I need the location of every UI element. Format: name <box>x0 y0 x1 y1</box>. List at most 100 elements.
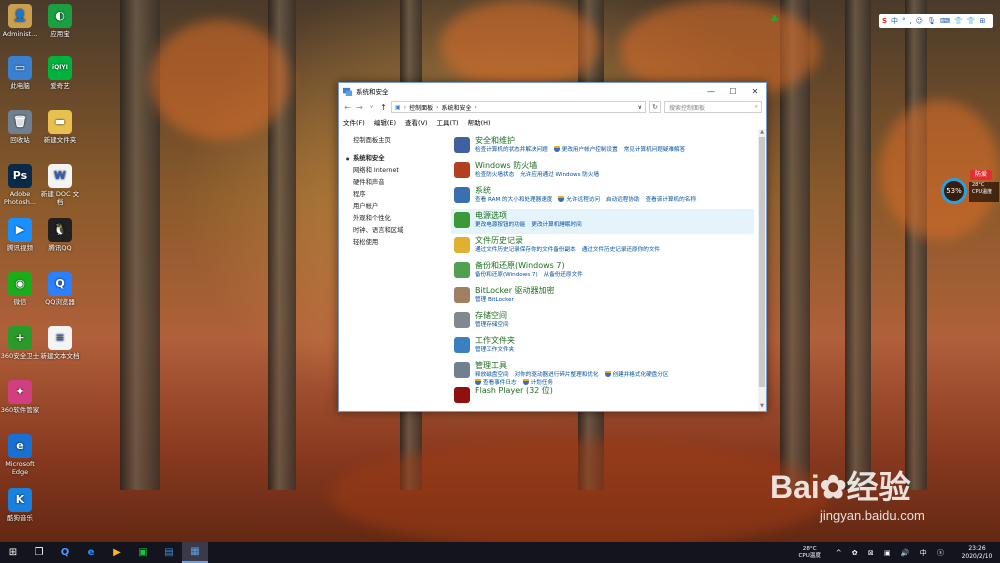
breadcrumb-system-security[interactable]: 系统和安全 <box>442 103 472 112</box>
category-link[interactable]: 管理 BitLocker <box>475 297 514 303</box>
desktop-icon[interactable]: 👤 Administ... <box>0 4 40 38</box>
ime-item[interactable]: 中 <box>891 16 898 26</box>
ime-item[interactable]: ⌨ <box>940 17 950 25</box>
category-link[interactable]: 备份和还原(Windows 7) <box>475 272 538 278</box>
menu-item[interactable]: 文件(F) <box>343 117 365 127</box>
desktop-icon[interactable]: +360安全卫士 <box>0 326 40 360</box>
refresh-icon[interactable]: ↻ <box>649 101 661 113</box>
tray-cpu-temp[interactable]: 28°C CPU温度 <box>790 546 830 560</box>
desktop-icon[interactable]: ✦ 360软件管家 <box>0 380 40 414</box>
category-link[interactable]: 创建并格式化硬盘分区 <box>604 371 668 378</box>
category-link[interactable]: 更改用户帐户控制设置 <box>553 146 618 153</box>
ime-toolbar[interactable]: S 中 °, ☺ 🎙 ⌨ 👕 👕 ⊞ <box>879 14 993 28</box>
ime-item[interactable]: ° <box>902 17 906 25</box>
desktop-icon[interactable]: Q QQ浏览器 <box>40 272 80 306</box>
taskbar-edge-icon[interactable]: e <box>78 542 104 563</box>
breadcrumb-control-panel[interactable]: 控制面板 <box>409 103 433 112</box>
desktop-icon[interactable]: 🗑 回收站 <box>0 110 40 144</box>
ime-item[interactable]: 👕 <box>967 17 976 25</box>
clock[interactable]: 23:26 2020/2/10 <box>954 545 1000 561</box>
category-link[interactable]: 检查计算机的状态并解决问题 <box>475 147 548 153</box>
desktop-icon[interactable]: ◐ 应用宝 <box>40 4 80 38</box>
ime-item[interactable]: , <box>910 17 912 25</box>
menu-item[interactable]: 帮助(H) <box>468 117 491 127</box>
category-link[interactable]: 对你的驱动器进行碎片整理和优化 <box>515 372 599 378</box>
taskbar-control-panel-icon[interactable]: ▦ <box>182 542 208 563</box>
category-title[interactable]: 工作文件夹 <box>475 334 754 346</box>
search-input[interactable]: 搜索控制面板 ⌕ <box>664 101 762 113</box>
nav-item[interactable]: 外观和个性化 <box>353 213 448 225</box>
up-arrow-icon[interactable]: ↑ <box>379 103 388 112</box>
category-link[interactable]: 更改计算机睡眠时间 <box>531 222 581 228</box>
category-link[interactable]: 查看该计算机的名称 <box>646 197 696 203</box>
scrollbar[interactable]: ▲ ▼ <box>758 129 766 411</box>
menu-item[interactable]: 工具(T) <box>437 117 459 127</box>
category-title[interactable]: 电源选项 <box>475 209 754 221</box>
desktop-icon[interactable]: ▭ 此电脑 <box>0 56 40 90</box>
category-link[interactable]: 允许应用通过 Windows 防火墙 <box>520 172 599 178</box>
close-button[interactable]: ✕ <box>744 83 766 99</box>
nav-item[interactable]: 系统和安全 <box>346 153 448 165</box>
nav-control-panel-home[interactable]: 控制面板主页 <box>353 135 448 147</box>
category-title[interactable]: Flash Player (32 位) <box>475 384 754 396</box>
ime-item[interactable]: ⊞ <box>980 17 986 25</box>
category-link[interactable]: 通过文件历史记录保存你的文件备份副本 <box>475 247 576 253</box>
category-link[interactable]: 释放磁盘空间 <box>475 372 509 378</box>
category-title[interactable]: 文件历史记录 <box>475 234 754 246</box>
tray-icons[interactable]: ^ ✿ ⊠ ▣ 🔊 中 ⓢ <box>836 548 948 558</box>
category-title[interactable]: 管理工具 <box>475 359 754 371</box>
cpu-widget[interactable]: 53% 28°C CPU温度 <box>939 176 999 206</box>
category-link[interactable]: 检查防火墙状态 <box>475 172 514 178</box>
address-field[interactable]: ▣ › 控制面板 › 系统和安全 › ∨ <box>391 101 646 113</box>
category-title[interactable]: 安全和维护 <box>475 134 754 146</box>
category-title[interactable]: 存储空间 <box>475 309 754 321</box>
nav-item[interactable]: 轻松使用 <box>353 237 448 249</box>
menu-item[interactable]: 查看(V) <box>405 117 428 127</box>
category-link[interactable]: 查看 RAM 的大小和处理器速度 <box>475 197 552 203</box>
title-bar[interactable]: 系统和安全 — ☐ ✕ <box>339 83 766 99</box>
category-title[interactable]: BitLocker 驱动器加密 <box>475 284 754 296</box>
category-link[interactable]: 更改电源按钮的功能 <box>475 222 525 228</box>
desktop-icon[interactable]: e Microsoft Edge <box>0 434 40 476</box>
task-view-icon[interactable]: ❐ <box>26 542 52 563</box>
desktop-icon[interactable]: ▬ 新建文件夹 <box>40 110 80 144</box>
taskbar-iqiyi-icon[interactable]: ▣ <box>130 542 156 563</box>
category-link[interactable]: 通过文件历史记录还原你的文件 <box>582 247 660 253</box>
category-link[interactable]: 启动远程协助 <box>606 197 640 203</box>
category-title[interactable]: Windows 防火墙 <box>475 159 754 171</box>
start-button[interactable]: ⊞ <box>0 542 26 563</box>
address-dropdown-icon[interactable]: ∨ <box>638 104 645 111</box>
taskbar-tencent-video-icon[interactable]: ▶ <box>104 542 130 563</box>
desktop-icon[interactable]: 🐧 腾讯QQ <box>40 218 80 252</box>
scroll-up-icon[interactable]: ▲ <box>758 129 766 137</box>
recent-dropdown-icon[interactable]: ∨ <box>367 104 376 110</box>
category-link[interactable]: 管理存储空间 <box>475 322 509 328</box>
desktop-icon[interactable]: ▶ 腾讯视频 <box>0 218 40 252</box>
nav-item[interactable]: 程序 <box>353 189 448 201</box>
menu-item[interactable]: 编辑(E) <box>374 117 396 127</box>
category-link[interactable]: 从备份还原文件 <box>544 272 583 278</box>
taskbar-qq-browser-icon[interactable]: Q <box>52 542 78 563</box>
nav-item[interactable]: 用户帐户 <box>353 201 448 213</box>
desktop-icon[interactable]: K 酷狗音乐 <box>0 488 40 522</box>
category-link[interactable]: 常见计算机问题疑难解答 <box>624 147 686 153</box>
minimize-button[interactable]: — <box>700 83 722 99</box>
nav-item[interactable]: 硬件和声音 <box>353 177 448 189</box>
ime-item[interactable]: ☺ <box>916 17 923 25</box>
ime-item[interactable]: S <box>882 17 887 25</box>
nav-item[interactable]: 网络和 Internet <box>353 165 448 177</box>
category-link[interactable]: 允许远程访问 <box>558 196 600 203</box>
desktop-icon[interactable]: ◉ 微信 <box>0 272 40 306</box>
scroll-down-icon[interactable]: ▼ <box>758 403 766 411</box>
nav-item[interactable]: 时钟、语言和区域 <box>353 225 448 237</box>
desktop-icon[interactable]: W 新建 DOC 文档 <box>40 164 80 206</box>
desktop-icon[interactable]: ≡ 新建文本文档 <box>40 326 80 360</box>
desktop-icon[interactable]: iQIYI 爱奇艺 <box>40 56 80 90</box>
category-title[interactable]: 备份和还原(Windows 7) <box>475 259 754 271</box>
forward-arrow-icon[interactable]: → <box>355 103 364 112</box>
scrollbar-thumb[interactable] <box>759 137 765 387</box>
category-title[interactable]: 系统 <box>475 184 754 196</box>
maximize-button[interactable]: ☐ <box>722 83 744 99</box>
ime-item[interactable]: 👕 <box>954 17 963 25</box>
ime-item[interactable]: 🎙 <box>927 17 936 25</box>
